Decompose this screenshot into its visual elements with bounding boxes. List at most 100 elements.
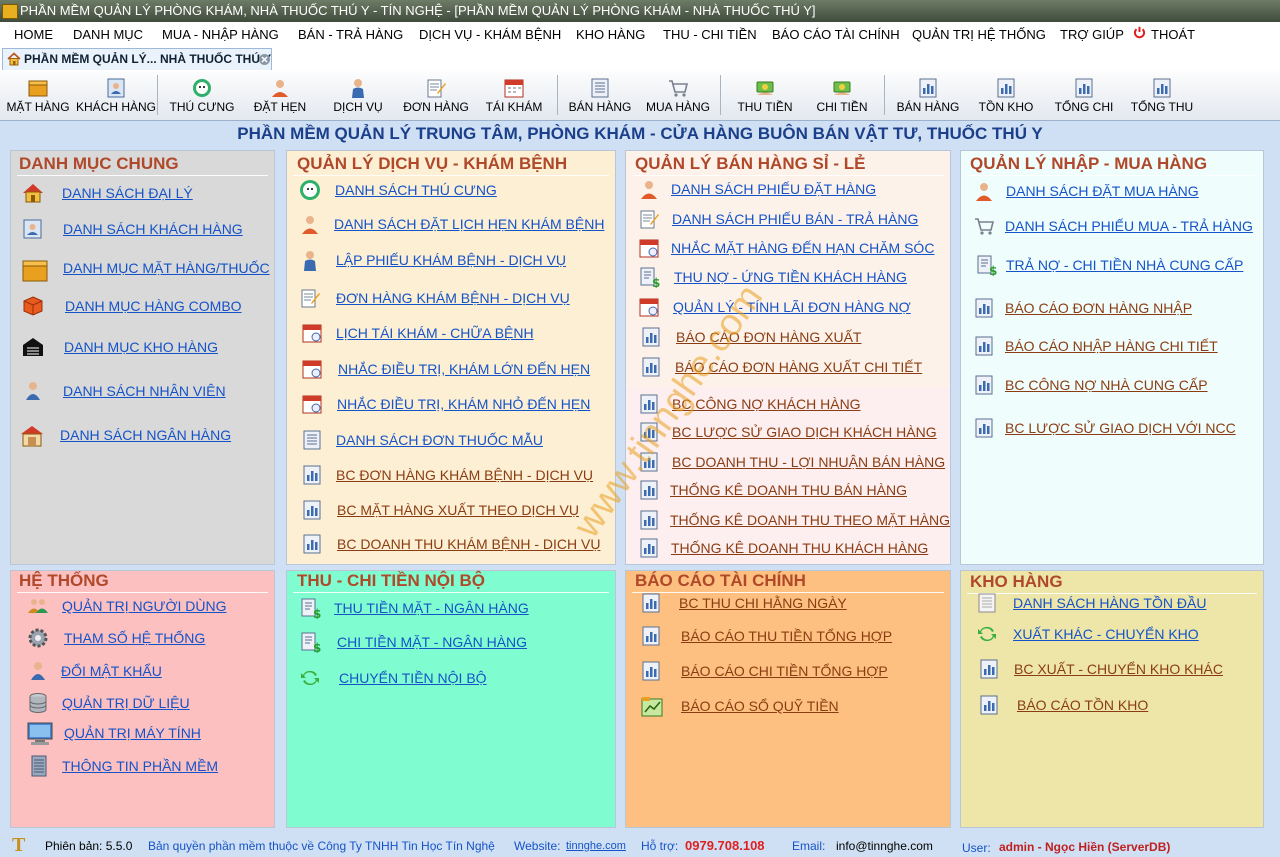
window-title-bar: PHẦN MỀM QUẢN LÝ PHÒNG KHÁM, NHÀ THUỐC T… — [0, 0, 1280, 22]
panel-divider — [17, 592, 268, 593]
toolbar-bao-cao-ban-hang-button[interactable]: BÁN HÀNG — [888, 73, 968, 117]
toolbar-ton-kho-button[interactable]: TỒN KHO — [966, 73, 1046, 117]
menu-tro-giup[interactable]: TRỢ GIÚP — [1060, 27, 1124, 42]
menu-dich-vu-kham-benh[interactable]: DỊCH VỤ - KHÁM BỆNH — [419, 27, 561, 42]
doctor-icon — [269, 77, 291, 99]
report-icon — [638, 537, 660, 559]
report-icon — [973, 297, 995, 319]
doctor-icon — [638, 178, 660, 200]
user-label: User: — [962, 841, 991, 855]
support-label: Hỗ trợ: — [641, 839, 679, 853]
edit-document-icon — [638, 208, 660, 230]
computer-icon — [27, 722, 53, 746]
calendar-icon — [301, 358, 323, 380]
panel-title: THU - CHI TIỀN NỘI BỘ — [297, 571, 485, 590]
menu-bao-cao-tai-chinh[interactable]: BÁO CÁO TÀI CHÍNH — [772, 27, 900, 42]
pet-icon — [299, 179, 321, 201]
money-hand-icon — [831, 77, 853, 99]
panel-title: BÁO CÁO TÀI CHÍNH — [635, 571, 806, 590]
report-icon — [978, 658, 1000, 680]
panel-title: QUẢN LÝ BÁN HÀNG SỈ - LẺ — [635, 154, 866, 173]
bank-icon — [20, 424, 44, 448]
report-icon — [640, 326, 662, 348]
app-icon — [2, 4, 18, 19]
money-hand-icon — [754, 77, 776, 99]
panel-divider — [632, 592, 944, 593]
toolbar-don-hang-button[interactable]: ĐƠN HÀNG — [396, 73, 476, 117]
menu-thu-chi-tien[interactable]: THU - CHI TIỀN — [663, 27, 757, 42]
toolbar-khach-hang-button[interactable]: KHÁCH HÀNG — [76, 73, 156, 117]
toolbar-chi-tien-button[interactable]: CHI TIỀN — [802, 73, 882, 117]
person-icon — [27, 660, 49, 682]
support-phone: 0979.708.108 — [685, 838, 765, 853]
panel-divider — [632, 175, 944, 176]
toolbar: MẶT HÀNG KHÁCH HÀNG THÚ CƯNG ĐẶT HẸN DỊC… — [0, 71, 1280, 121]
panel-divider — [967, 175, 1257, 176]
money-report-icon: $ — [975, 254, 997, 276]
toolbar-thu-tien-button[interactable]: THU TIỀN — [725, 73, 805, 117]
power-icon[interactable] — [1133, 26, 1146, 39]
edit-document-icon — [425, 77, 447, 99]
svg-text:$: $ — [989, 264, 997, 276]
report-icon — [917, 77, 939, 99]
panel-title: QUẢN LÝ DỊCH VỤ - KHÁM BỆNH — [297, 154, 568, 173]
toolbar-mua-hang-button[interactable]: MUA HÀNG — [638, 73, 718, 117]
menu-home[interactable]: HOME — [14, 27, 53, 42]
menu-ban-tra-hang[interactable]: BÁN - TRẢ HÀNG — [298, 27, 403, 42]
menu-thoat[interactable]: THOÁT — [1151, 27, 1195, 42]
report-icon — [973, 374, 995, 396]
toolbar-thu-cung-button[interactable]: THÚ CƯNG — [162, 73, 242, 117]
website-link[interactable]: tinnghe.com — [566, 840, 626, 852]
doctor-icon — [299, 213, 321, 235]
report-icon — [1151, 77, 1173, 99]
toolbar-tai-kham-button[interactable]: TÁI KHÁM — [474, 73, 554, 117]
toolbar-dich-vu-button[interactable]: DỊCH VỤ — [318, 73, 398, 117]
warehouse-icon — [22, 336, 44, 358]
toolbar-tong-chi-button[interactable]: TỔNG CHI — [1044, 73, 1124, 117]
list-icon — [589, 77, 611, 99]
report-icon — [301, 464, 323, 486]
website-label: Website: — [514, 839, 561, 853]
box-icon — [22, 257, 48, 283]
menu-mua-nhap-hang[interactable]: MUA - NHẬP HÀNG — [162, 27, 279, 42]
report-icon — [1073, 77, 1095, 99]
toolbar-ban-hang-button[interactable]: BÁN HÀNG — [560, 73, 640, 117]
person-icon — [347, 77, 369, 99]
report-icon — [640, 356, 662, 378]
house-icon — [22, 182, 44, 204]
home-icon — [7, 52, 21, 66]
report-icon — [973, 335, 995, 357]
panel-title: KHO HÀNG — [970, 572, 1063, 591]
panel-nhap-mua-hang: QUẢN LÝ NHẬP - MUA HÀNG — [960, 150, 1264, 565]
report-icon — [640, 625, 662, 647]
svg-text:$: $ — [313, 607, 321, 619]
close-icon[interactable] — [259, 54, 270, 65]
toolbar-separator — [720, 75, 721, 115]
contact-icon — [105, 77, 127, 99]
toolbar-tong-thu-button[interactable]: TỔNG THU — [1122, 73, 1202, 117]
cash-book-icon — [640, 695, 664, 719]
person-icon — [299, 249, 321, 271]
gear-icon — [27, 627, 49, 649]
panel-divider — [293, 175, 609, 176]
tab-main[interactable]: PHẦN MỀM QUẢN LÝ... NHÀ THUỐC THÚ Y — [2, 48, 272, 70]
toolbar-mat-hang-button[interactable]: MẶT HÀNG — [0, 73, 78, 117]
report-icon — [640, 592, 662, 614]
menu-kho-hang[interactable]: KHO HÀNG — [576, 27, 645, 42]
money-report-icon: $ — [299, 631, 321, 653]
doctor-icon — [973, 180, 995, 202]
current-user: admin - Ngọc Hiền (ServerDB) — [999, 840, 1171, 854]
database-icon — [27, 692, 49, 714]
tab-label: PHẦN MỀM QUẢN LÝ... NHÀ THUỐC THÚ Y — [24, 52, 272, 66]
svg-text:$: $ — [313, 641, 321, 653]
menu-danh-muc[interactable]: DANH MỤC — [73, 27, 143, 42]
calendar-icon — [638, 237, 660, 259]
version-label: Phiên bản: 5.5.0 — [45, 839, 133, 853]
toolbar-separator — [884, 75, 885, 115]
document-tab-bar: PHẦN MỀM QUẢN LÝ... NHÀ THUỐC THÚ Y — [0, 47, 1280, 72]
calendar-icon — [301, 322, 323, 344]
box-icon — [27, 77, 49, 99]
toolbar-dat-hen-button[interactable]: ĐẶT HẸN — [240, 73, 320, 117]
menu-quan-tri-he-thong[interactable]: QUẢN TRỊ HỆ THỐNG — [912, 27, 1046, 42]
email-label: Email: — [792, 839, 826, 853]
